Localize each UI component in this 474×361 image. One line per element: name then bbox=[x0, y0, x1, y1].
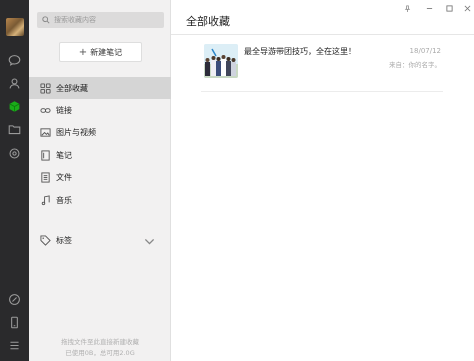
main-area: 全部收藏 最全导游带团技巧，全在这里！ 18/07/12 来自：你的名字。 bbox=[171, 0, 474, 361]
nav-item-label: 链接 bbox=[56, 105, 72, 115]
drop-hint: 拖拽文件至此直接新建收藏 bbox=[61, 338, 139, 346]
page-title: 全部收藏 bbox=[186, 15, 230, 28]
new-note-button[interactable]: + 新建笔记 bbox=[59, 42, 142, 62]
phone-icon[interactable] bbox=[7, 315, 22, 330]
nav-item-label: 标签 bbox=[56, 235, 72, 245]
chevron-down-icon[interactable] bbox=[144, 236, 155, 247]
nav-item-media[interactable]: 图片与视频 bbox=[29, 121, 171, 143]
divider bbox=[171, 34, 474, 35]
search-box[interactable] bbox=[37, 12, 164, 28]
folder-icon[interactable] bbox=[7, 122, 22, 137]
item-date: 18/07/12 bbox=[409, 47, 441, 55]
item-source: 来自：你的名字。 bbox=[389, 61, 441, 69]
music-icon bbox=[41, 194, 50, 205]
maximize-icon[interactable] bbox=[444, 3, 454, 13]
close-icon[interactable] bbox=[462, 3, 472, 13]
nav-item-label: 音乐 bbox=[56, 195, 72, 205]
pin-icon[interactable] bbox=[402, 3, 412, 13]
new-note-label: 新建笔记 bbox=[90, 47, 123, 57]
nav-item-music[interactable]: 音乐 bbox=[29, 189, 171, 211]
link-icon bbox=[40, 107, 51, 113]
settings-icon[interactable] bbox=[7, 146, 22, 161]
nav-item-notes[interactable]: 笔记 bbox=[29, 144, 171, 166]
nav-item-label: 笔记 bbox=[56, 150, 72, 160]
storage-usage: 已使用0B，总可用2.0G bbox=[65, 349, 135, 357]
item-title: 最全导游带团技巧，全在这里！ bbox=[244, 47, 356, 56]
left-rail bbox=[0, 0, 29, 361]
grid-icon bbox=[40, 82, 51, 94]
avatar[interactable] bbox=[6, 18, 24, 36]
nav-item-label: 全部收藏 bbox=[56, 83, 88, 93]
nav-item-files[interactable]: 文件 bbox=[29, 166, 171, 188]
nav-item-label: 文件 bbox=[56, 172, 72, 182]
menu-icon[interactable] bbox=[7, 338, 22, 353]
favorites-icon[interactable] bbox=[7, 99, 22, 114]
favorites-sidebar: + 新建笔记 全部收藏 链接 图片与视频 笔记 文件 音乐 标 bbox=[29, 0, 171, 361]
thumbnail-image bbox=[204, 44, 238, 78]
nav-item-label: 图片与视频 bbox=[56, 127, 96, 137]
search-icon bbox=[42, 16, 50, 24]
minimize-icon[interactable] bbox=[424, 3, 434, 13]
nav-item-tags[interactable]: 标签 bbox=[29, 229, 171, 251]
contacts-icon[interactable] bbox=[7, 76, 22, 91]
favorites-window: + 新建笔记 全部收藏 链接 图片与视频 笔记 文件 音乐 标 bbox=[0, 0, 474, 361]
nav-item-all[interactable]: 全部收藏 bbox=[29, 77, 171, 99]
tag-icon bbox=[40, 234, 51, 246]
mini-program-icon[interactable] bbox=[7, 292, 22, 307]
image-icon bbox=[40, 127, 51, 137]
list-item[interactable]: 最全导游带团技巧，全在这里！ 18/07/12 来自：你的名字。 bbox=[201, 44, 443, 92]
plus-icon: + bbox=[78, 46, 88, 58]
search-input[interactable] bbox=[54, 16, 154, 24]
nav-item-links[interactable]: 链接 bbox=[29, 99, 171, 121]
file-icon bbox=[41, 171, 50, 183]
note-icon bbox=[41, 149, 50, 161]
chat-icon[interactable] bbox=[7, 53, 22, 68]
